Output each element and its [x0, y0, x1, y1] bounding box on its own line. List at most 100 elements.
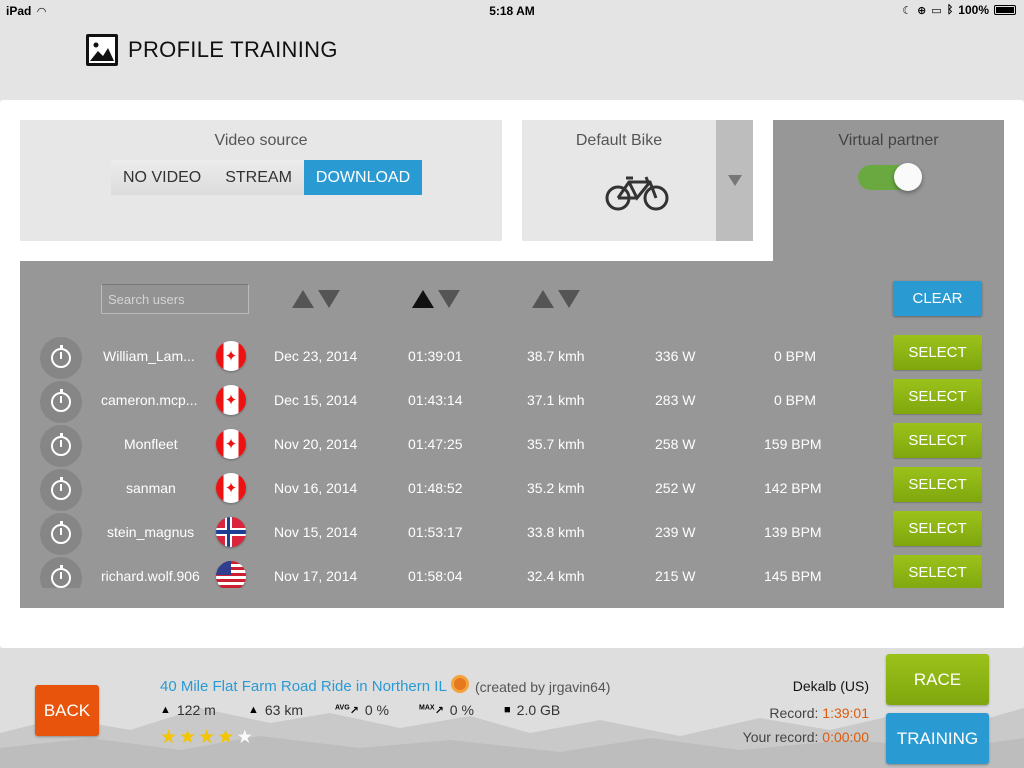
- medal-icon: [451, 675, 469, 693]
- download-size-value: 2.0 GB: [516, 702, 561, 718]
- ride-power: 215 W: [655, 568, 696, 584]
- sort-speed-control[interactable]: [532, 290, 580, 308]
- clock: 5:18 AM: [489, 4, 535, 18]
- race-button[interactable]: RACE: [886, 654, 989, 705]
- ride-date: Dec 23, 2014: [274, 348, 358, 364]
- canada-flag-icon: [216, 385, 246, 415]
- image-icon: [86, 34, 118, 66]
- sort-ascending-icon[interactable]: [412, 290, 434, 308]
- canada-flag-icon: [216, 429, 246, 459]
- download-size-stat: ■ 2.0 GB: [504, 702, 560, 718]
- ride-date: Nov 16, 2014: [274, 480, 358, 496]
- leaderboard-row: richard.wolf.906 Nov 17, 2014 01:58:04 3…: [20, 555, 1004, 588]
- ride-heart-rate: 159 BPM: [764, 436, 822, 452]
- ride-power: 336 W: [655, 348, 696, 364]
- sort-time-control[interactable]: [412, 290, 460, 308]
- search-users-input[interactable]: [101, 284, 249, 314]
- airplay-icon: ▭: [931, 4, 942, 17]
- norway-flag-icon: [216, 517, 246, 547]
- ride-power: 258 W: [655, 436, 696, 452]
- leaderboard-panel: CLEAR William_Lam... Dec 23, 2014 01:39:…: [20, 261, 1004, 608]
- select-button[interactable]: SELECT: [893, 555, 982, 588]
- road-icon: ▲: [248, 704, 259, 716]
- sort-descending-icon[interactable]: [438, 290, 460, 308]
- ride-time: 01:47:25: [408, 436, 463, 452]
- route-location: Dekalb (US): [792, 678, 869, 694]
- select-button[interactable]: SELECT: [893, 511, 982, 546]
- sort-date-control[interactable]: [292, 290, 340, 308]
- rating-stars: ★★★★★: [160, 726, 255, 749]
- your-record-value: 0:00:00: [822, 729, 869, 745]
- canada-flag-icon: [216, 341, 246, 371]
- route-title[interactable]: 40 Mile Flat Farm Road Ride in Northern …: [160, 678, 447, 695]
- ride-power: 283 W: [655, 392, 696, 408]
- avg-slope-value: 0 %: [364, 702, 389, 718]
- back-button[interactable]: BACK: [35, 685, 99, 736]
- stream-option[interactable]: STREAM: [213, 160, 304, 195]
- ride-heart-rate: 0 BPM: [774, 348, 817, 364]
- ride-heart-rate: 145 BPM: [764, 568, 822, 584]
- leaderboard-row: cameron.mcp... Dec 15, 2014 01:43:14 37.…: [20, 379, 1004, 423]
- sort-ascending-icon[interactable]: [532, 290, 554, 308]
- bluetooth-icon: ᛒ: [946, 4, 954, 16]
- status-bar: iPad ◠ 5:18 AM ☾ ⊕ ▭ ᛒ 100%: [0, 0, 1024, 20]
- sort-ascending-icon[interactable]: [292, 290, 314, 308]
- user-name: William_Lam...: [103, 348, 195, 364]
- battery-icon: [994, 5, 1016, 15]
- ride-power: 239 W: [655, 524, 696, 540]
- stopwatch-icon[interactable]: [40, 425, 82, 467]
- star-empty-icon: ★: [236, 727, 256, 748]
- max-slope-icon: MAX↗: [419, 703, 444, 717]
- ride-time: 01:48:52: [408, 480, 463, 496]
- mountain-icon: ▲: [160, 704, 171, 716]
- your-record: Your record: 0:00:00: [743, 729, 869, 745]
- stopwatch-icon[interactable]: [40, 337, 82, 379]
- bike-dropdown-arrow-icon[interactable]: [716, 120, 753, 241]
- video-source-label: Video source: [214, 132, 308, 149]
- virtual-partner-toggle[interactable]: [858, 163, 922, 191]
- leaderboard-row: stein_magnus Nov 15, 2014 01:53:17 33.8 …: [20, 511, 1004, 555]
- stopwatch-icon[interactable]: [40, 513, 82, 555]
- select-button[interactable]: SELECT: [893, 423, 982, 458]
- header: PROFILE TRAINING: [0, 20, 1024, 100]
- virtual-partner-box: Virtual partner: [773, 120, 1004, 261]
- ride-speed: 32.4 kmh: [527, 568, 585, 584]
- bicycle-icon: [604, 176, 670, 217]
- star-icon: ★: [217, 727, 237, 748]
- distance-stat: ▲ 63 km: [248, 702, 303, 718]
- star-icon: ★: [160, 727, 180, 748]
- clear-button[interactable]: CLEAR: [893, 281, 982, 316]
- sort-descending-icon[interactable]: [558, 290, 580, 308]
- elevation-stat: ▲ 122 m: [160, 702, 216, 718]
- leaderboard-list: William_Lam... Dec 23, 2014 01:39:01 38.…: [20, 335, 1004, 588]
- no-video-option[interactable]: NO VIDEO: [111, 160, 214, 195]
- stopwatch-icon[interactable]: [40, 381, 82, 423]
- sort-descending-icon[interactable]: [318, 290, 340, 308]
- moon-icon: ☾: [902, 4, 913, 17]
- user-name: richard.wolf.906: [101, 568, 200, 584]
- ride-speed: 35.2 kmh: [527, 480, 585, 496]
- route-info-bar: BACK 40 Mile Flat Farm Road Ride in Nort…: [0, 648, 1024, 768]
- route-author: (created by jrgavin64): [475, 679, 611, 695]
- select-button[interactable]: SELECT: [893, 467, 982, 502]
- ride-speed: 33.8 kmh: [527, 524, 585, 540]
- ride-date: Dec 15, 2014: [274, 392, 358, 408]
- stopwatch-icon[interactable]: [40, 557, 82, 588]
- main-panel: Video source NO VIDEO STREAM DOWNLOAD De…: [0, 100, 1024, 648]
- user-name: stein_magnus: [107, 524, 195, 540]
- select-button[interactable]: SELECT: [893, 379, 982, 414]
- select-button[interactable]: SELECT: [893, 335, 982, 370]
- bike-label: Default Bike: [575, 132, 663, 149]
- video-source-box: Video source NO VIDEO STREAM DOWNLOAD: [20, 120, 502, 241]
- training-button[interactable]: TRAINING: [886, 713, 989, 764]
- stopwatch-icon[interactable]: [40, 469, 82, 511]
- ride-time: 01:43:14: [408, 392, 463, 408]
- bike-selector[interactable]: Default Bike: [522, 120, 753, 241]
- user-name: Monfleet: [124, 436, 178, 452]
- elevation-value: 122 m: [176, 702, 216, 718]
- ride-speed: 35.7 kmh: [527, 436, 585, 452]
- rotation-lock-icon: ⊕: [917, 4, 927, 17]
- ride-date: Nov 15, 2014: [274, 524, 358, 540]
- download-option[interactable]: DOWNLOAD: [303, 160, 423, 195]
- distance-value: 63 km: [264, 702, 304, 718]
